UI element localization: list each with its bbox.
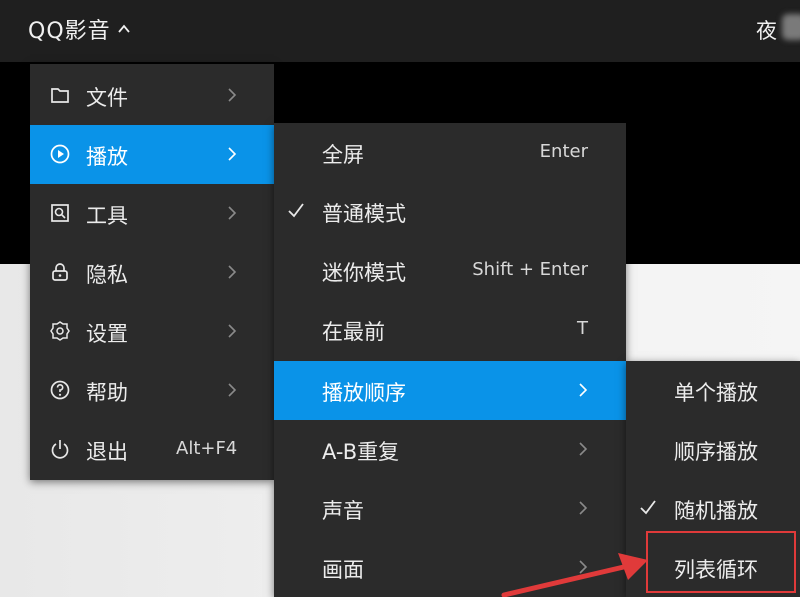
menu-item-label: 帮助	[86, 381, 128, 405]
title-bar: QQ影音 夜	[0, 0, 800, 62]
menu-item-exit[interactable]: 退出 Alt+F4	[30, 420, 274, 479]
annotation-arrow-icon	[501, 553, 648, 597]
menu-item-play[interactable]: 播放	[30, 125, 274, 184]
menu-item-ab-repeat[interactable]: A-B重复	[274, 420, 626, 479]
menu-item-file[interactable]: 文件	[30, 66, 274, 125]
shortcut-label: Shift + Enter	[472, 259, 588, 280]
shortcut-label: T	[577, 318, 588, 339]
menu-item-sequential-play[interactable]: 顺序播放	[626, 420, 800, 479]
checkmark-icon	[638, 496, 658, 518]
menu-item-sound[interactable]: 声音	[274, 479, 626, 538]
play-circle-icon	[49, 143, 71, 165]
menu-item-help[interactable]: 帮助	[30, 361, 274, 420]
menu-item-random-play[interactable]: 随机播放	[626, 479, 800, 538]
menu-item-play-order[interactable]: 播放顺序	[274, 361, 626, 420]
menu-item-fullscreen[interactable]: 全屏 Enter	[274, 123, 626, 182]
blurred-region	[782, 14, 800, 40]
menu-item-label: 设置	[86, 322, 128, 346]
main-menu: 文件 播放 工具 隐私 设置 帮助 退出 Alt+F4	[30, 64, 274, 480]
menu-item-normal-mode[interactable]: 普通模式	[274, 182, 626, 241]
menu-item-label: 声音	[322, 499, 364, 523]
menu-item-label: 工具	[86, 204, 128, 228]
menu-item-label: 播放顺序	[322, 381, 406, 405]
shortcut-label: Alt+F4	[176, 438, 238, 459]
chevron-right-icon	[225, 381, 239, 399]
power-icon	[49, 438, 71, 460]
menu-item-label: 文件	[86, 86, 128, 110]
menu-item-privacy[interactable]: 隐私	[30, 243, 274, 302]
menu-item-label: 画面	[322, 558, 364, 582]
gear-icon	[49, 320, 71, 342]
chevron-right-icon	[225, 145, 239, 163]
chevron-right-icon	[576, 440, 590, 458]
menu-item-label: 全屏	[322, 143, 364, 167]
menu-item-label: 在最前	[322, 320, 385, 344]
menu-item-label: 顺序播放	[674, 440, 758, 464]
menu-item-settings[interactable]: 设置	[30, 302, 274, 361]
menu-item-label: 单个播放	[674, 381, 758, 405]
chevron-right-icon	[225, 86, 239, 104]
chevron-right-icon	[225, 322, 239, 340]
folder-icon	[49, 84, 71, 106]
chevron-up-icon	[117, 17, 131, 42]
menu-item-tools[interactable]: 工具	[30, 184, 274, 243]
menu-item-always-on-top[interactable]: 在最前 T	[274, 300, 626, 359]
lock-icon	[49, 261, 71, 283]
chevron-right-icon	[576, 381, 590, 399]
menu-item-label: 迷你模式	[322, 261, 406, 285]
help-icon	[49, 379, 71, 401]
tools-icon	[49, 202, 71, 224]
menu-item-label: 退出	[86, 440, 128, 464]
chevron-right-icon	[225, 263, 239, 281]
menu-item-single-play[interactable]: 单个播放	[626, 361, 800, 420]
chevron-right-icon	[576, 499, 590, 517]
menu-item-mini-mode[interactable]: 迷你模式 Shift + Enter	[274, 241, 626, 300]
menu-item-label: A-B重复	[322, 440, 400, 464]
menu-item-label: 普通模式	[322, 202, 406, 226]
night-mode-label[interactable]: 夜	[756, 15, 777, 45]
checkmark-icon	[286, 199, 306, 221]
menu-item-label: 随机播放	[674, 499, 758, 523]
shortcut-label: Enter	[539, 141, 588, 162]
menu-item-label: 播放	[86, 145, 128, 169]
app-title: QQ影音	[28, 19, 111, 44]
chevron-right-icon	[225, 204, 239, 222]
app-menu-button[interactable]: QQ影音	[28, 13, 131, 45]
play-submenu: 全屏 Enter 普通模式 迷你模式 Shift + Enter 在最前 T 播…	[274, 123, 626, 597]
menu-item-label: 隐私	[86, 263, 128, 287]
annotation-highlight-box	[646, 531, 796, 593]
